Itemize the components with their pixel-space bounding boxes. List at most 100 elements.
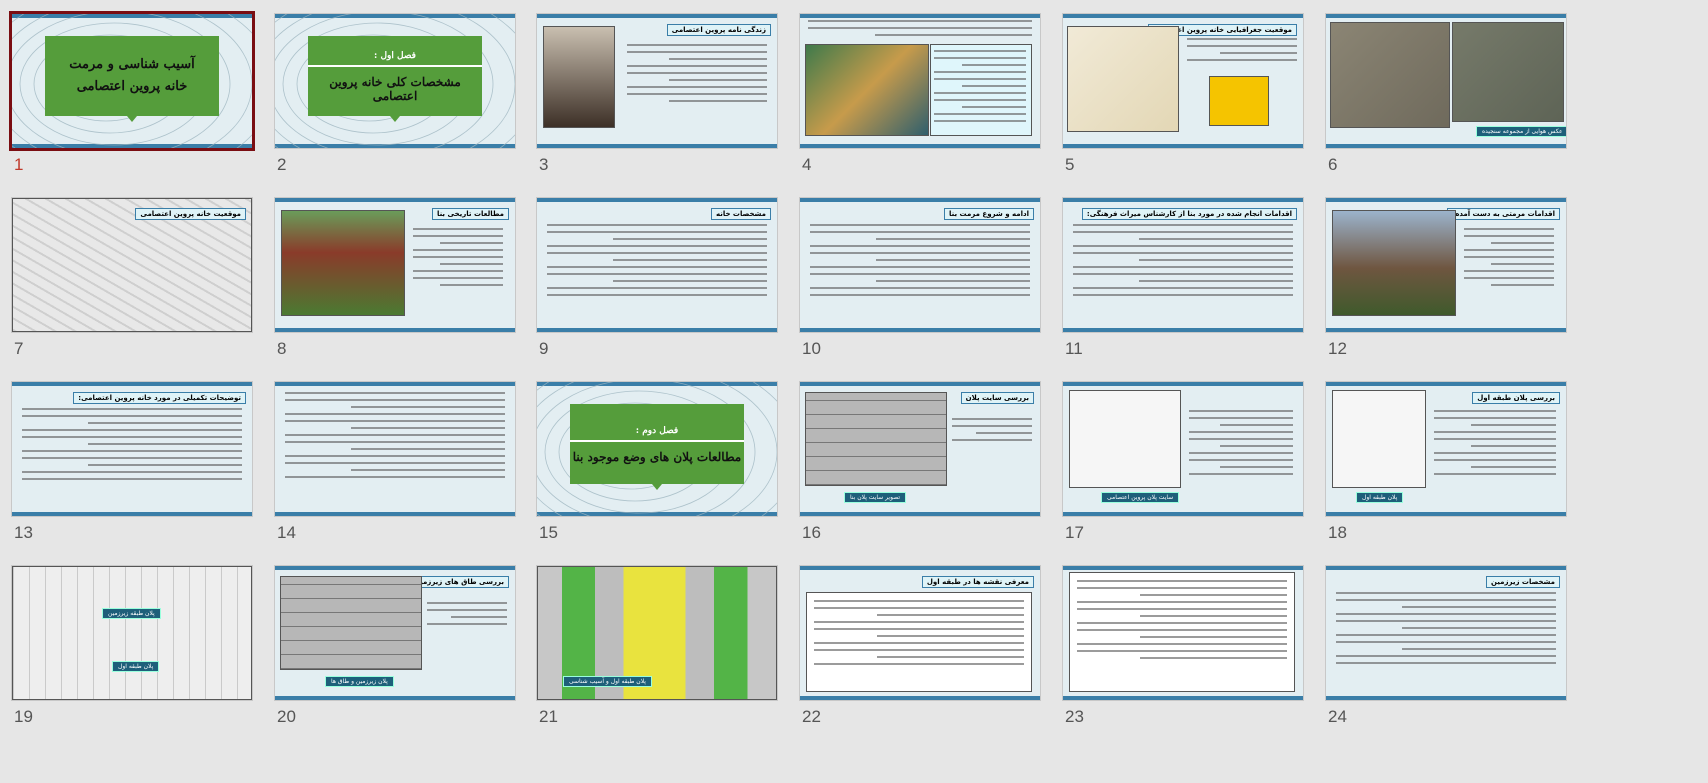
slide-thumbnail-17[interactable]: سایت پلان پروین اعتصامی 17	[1063, 382, 1303, 577]
slide-thumbnail-24[interactable]: مشخصات زیرزمین 24	[1326, 566, 1566, 761]
slide-preview[interactable]: بررسی طاق های زیرزمین پلان زیرزمین و طاق …	[275, 566, 515, 700]
slide-thumbnail-15[interactable]: فصل دوم : مطالعات پلان های وضع موجود بنا 1…	[537, 382, 777, 577]
slide-thumbnail-22[interactable]: معرفی نقشه ها در طبقه اول 22	[800, 566, 1040, 761]
slide-preview[interactable]: موقعیت جغرافیایی خانه پروین اعتصامی	[1063, 14, 1303, 148]
slide-photo	[1332, 210, 1456, 316]
slide-preview[interactable]: موقعیت خانه پروین اعتصامی	[12, 198, 252, 332]
slide-preview[interactable]: اقدامات مرمتی به دست آمده:	[1326, 198, 1566, 332]
slide-preview[interactable]: معرفی نقشه ها در طبقه اول	[800, 566, 1040, 700]
slide-preview[interactable]	[1063, 566, 1303, 700]
slide-bottom-bar	[275, 696, 515, 700]
slide-bottom-bar	[537, 328, 777, 332]
slide-number: 15	[539, 523, 558, 542]
image-caption: سایت پلان پروین اعتصامی	[1101, 492, 1180, 503]
slide-number: 5	[1065, 155, 1075, 174]
slide-thumbnail-14[interactable]: 14	[275, 382, 515, 577]
slide-preview[interactable]: بررسی سایت پلان تصویر سایت پلان بنا	[800, 382, 1040, 516]
slide-number: 4	[802, 155, 812, 174]
slide-thumbnail-7[interactable]: موقعیت خانه پروین اعتصامی 7	[12, 198, 252, 393]
slide-top-bar	[275, 566, 515, 570]
slide-preview[interactable]: اقدامات انجام شده در مورد بنا از کارشناس…	[1063, 198, 1303, 332]
slide-preview[interactable]: بررسی پلان طبقه اول پلان طبقه اول	[1326, 382, 1566, 516]
slide-top-bar	[1063, 566, 1303, 570]
slide-preview[interactable]: پلان طبقه زیرزمین پلان طبقه اول	[12, 566, 252, 700]
slide-bottom-bar	[800, 512, 1040, 516]
text-lines	[22, 408, 242, 485]
slide-number: 16	[802, 523, 821, 542]
slide-thumbnail-1[interactable]: آسیب شناسی و مرمت خانه پروین اعتصامی 1	[12, 14, 252, 209]
slide-top-bar	[800, 382, 1040, 386]
slide-thumbnail-3[interactable]: زندگی نامه پروین اعتصامی 3	[537, 14, 777, 209]
slide-thumbnail-11[interactable]: اقدامات انجام شده در مورد بنا از کارشناس…	[1063, 198, 1303, 393]
image-caption: پلان طبقه اول	[1356, 492, 1404, 503]
slide-preview[interactable]: مشخصات زیرزمین	[1326, 566, 1566, 700]
text-lines	[413, 228, 503, 291]
slide-number: 19	[14, 707, 33, 726]
slide-top-bar	[275, 198, 515, 202]
slide-number: 9	[539, 339, 549, 358]
slide-preview[interactable]: فصل دوم : مطالعات پلان های وضع موجود بنا	[537, 382, 777, 516]
section-box: فصل دوم : مطالعات پلان های وضع موجود بنا	[570, 404, 744, 484]
aerial-photo	[1330, 22, 1450, 128]
slide-thumbnail-19[interactable]: پلان طبقه زیرزمین پلان طبقه اول 19	[12, 566, 252, 761]
slide-preview[interactable]: مشخصات خانه	[537, 198, 777, 332]
slide-preview[interactable]: عکس هوایی از مجموعه سنجیده	[1326, 14, 1566, 148]
slide-thumbnail-21[interactable]: پلان طبقه اول و آسیب شناسی 21	[537, 566, 777, 761]
slide-preview[interactable]: پلان طبقه اول و آسیب شناسی	[537, 566, 777, 700]
section-title: مشخصات کلی خانه پروین اعتصامی	[329, 75, 461, 103]
slide-thumbnail-16[interactable]: بررسی سایت پلان تصویر سایت پلان بنا 16	[800, 382, 1040, 577]
slide-preview[interactable]: فصل اول : مشخصات کلی خانه پروین اعتصامی	[275, 14, 515, 148]
slide-preview[interactable]: سایت پلان پروین اعتصامی	[1063, 382, 1303, 516]
slide-preview[interactable]: توضیحات تکمیلی در مورد خانه پروین اعتصام…	[12, 382, 252, 516]
slide-thumbnail-23[interactable]: 23	[1063, 566, 1303, 761]
slide-bottom-bar	[1063, 144, 1303, 148]
slide-preview[interactable]: آسیب شناسی و مرمت خانه پروین اعتصامی	[12, 14, 252, 148]
slide-number: 22	[802, 707, 821, 726]
slide-thumbnail-18[interactable]: بررسی پلان طبقه اول پلان طبقه اول 18	[1326, 382, 1566, 577]
slide-top-bar	[800, 566, 1040, 570]
section-title: مطالعات پلان های وضع موجود بنا	[572, 450, 742, 464]
title-pointer	[127, 116, 137, 122]
slide-preview[interactable]: زندگی نامه پروین اعتصامی	[537, 14, 777, 148]
slide-top-bar	[1063, 14, 1303, 18]
slide-preview[interactable]	[275, 382, 515, 516]
slide-preview[interactable]: ادامه و شروع مرمت بنا	[800, 198, 1040, 332]
aerial-photo-2	[1452, 22, 1564, 122]
slide-photo	[805, 44, 929, 136]
slide-bottom-bar	[1326, 512, 1566, 516]
section-pointer	[652, 484, 662, 490]
slide-preview[interactable]	[800, 14, 1040, 148]
slide-thumbnail-10[interactable]: ادامه و شروع مرمت بنا 10	[800, 198, 1040, 393]
text-lines	[547, 224, 767, 301]
text-lines	[934, 50, 1026, 127]
slide-thumbnail-20[interactable]: بررسی طاق های زیرزمین پلان زیرزمین و طاق …	[275, 566, 515, 761]
slide-photo	[543, 26, 615, 128]
slide-bottom-bar	[800, 144, 1040, 148]
slide-heading: مشخصات خانه	[710, 208, 771, 220]
slide-bottom-bar	[1326, 328, 1566, 332]
slide-thumbnail-12[interactable]: اقدامات مرمتی به دست آمده: 12	[1326, 198, 1566, 393]
slide-preview[interactable]: مطالعات تاریخی بنا	[275, 198, 515, 332]
text-lines	[1336, 592, 1556, 669]
slide-heading: موقعیت خانه پروین اعتصامی	[135, 208, 246, 220]
text-lines	[427, 602, 507, 630]
image-caption-2: پلان طبقه اول	[112, 661, 160, 672]
slide-bottom-bar	[1063, 328, 1303, 332]
slide-thumbnail-5[interactable]: موقعیت جغرافیایی خانه پروین اعتصامی 5	[1063, 14, 1303, 209]
slide-thumbnail-6[interactable]: عکس هوایی از مجموعه سنجیده 6	[1326, 14, 1566, 209]
slide-thumbnail-8[interactable]: مطالعات تاریخی بنا 8	[275, 198, 515, 393]
slide-heading: بررسی پلان طبقه اول	[1472, 392, 1560, 404]
slide-thumbnail-2[interactable]: فصل اول : مشخصات کلی خانه پروین اعتصامی 2	[275, 14, 515, 209]
text-lines	[627, 44, 767, 107]
text-lines	[814, 600, 1024, 670]
slide-thumbnail-9[interactable]: مشخصات خانه 9	[537, 198, 777, 393]
iran-map	[1209, 76, 1269, 126]
slide-thumbnail-4[interactable]: 4	[800, 14, 1040, 209]
slide-top-bar	[1326, 382, 1566, 386]
text-lines	[810, 224, 1030, 301]
slide-thumbnail-13[interactable]: توضیحات تکمیلی در مورد خانه پروین اعتصام…	[12, 382, 252, 577]
slide-bottom-bar	[1063, 696, 1303, 700]
slide-number: 7	[14, 339, 24, 358]
slide-number: 24	[1328, 707, 1347, 726]
text-lines	[1464, 228, 1554, 291]
